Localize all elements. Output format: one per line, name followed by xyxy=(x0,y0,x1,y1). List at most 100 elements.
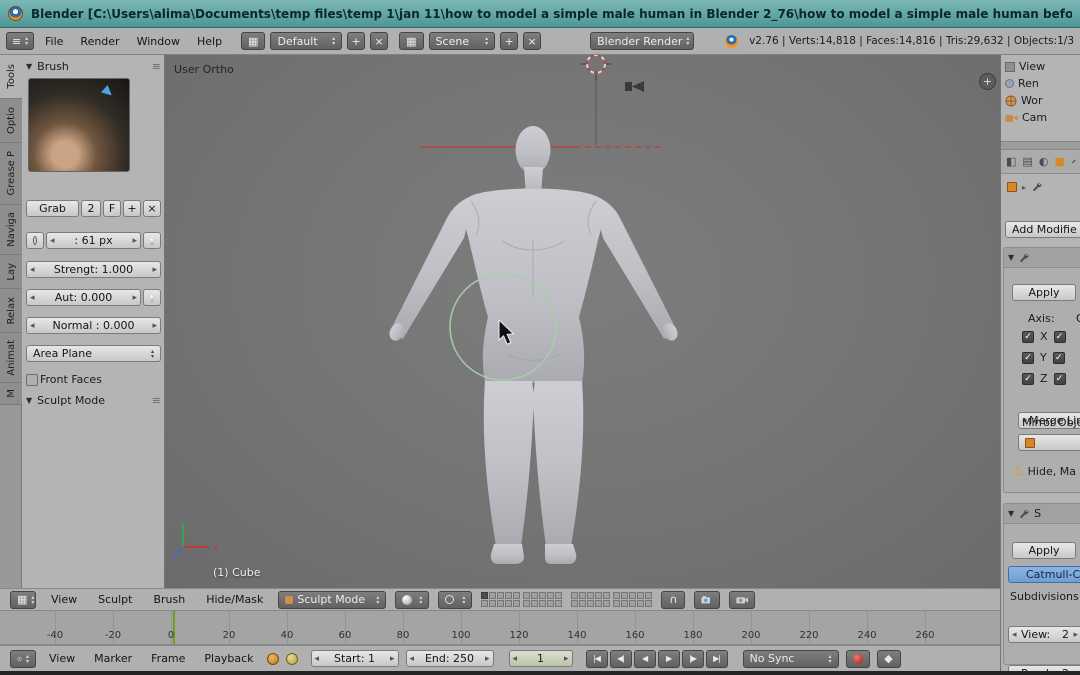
play-button[interactable]: ▶ xyxy=(658,650,680,668)
layer-cell[interactable] xyxy=(621,600,628,607)
editor-type-button[interactable] xyxy=(10,650,36,668)
layer-cell[interactable] xyxy=(571,592,578,599)
jump-to-start-button[interactable]: |◀ xyxy=(586,650,608,668)
jump-next-keyframe-button[interactable]: |▶ xyxy=(682,650,704,668)
tab-relax[interactable]: Relax xyxy=(0,289,22,333)
menu-view[interactable]: View xyxy=(43,652,81,665)
menu-marker[interactable]: Marker xyxy=(88,652,138,665)
mirror-object-field[interactable] xyxy=(1018,434,1080,451)
layer-cell[interactable] xyxy=(587,600,594,607)
radius-unit-icon[interactable] xyxy=(26,232,44,249)
menu-brush[interactable]: Brush xyxy=(147,593,191,606)
layer-cell[interactable] xyxy=(555,592,562,599)
layer-cell[interactable] xyxy=(579,592,586,599)
layer-cell[interactable] xyxy=(523,592,530,599)
scene-close-button[interactable]: × xyxy=(523,32,541,50)
radius-pressure-toggle[interactable] xyxy=(143,232,161,249)
menu-render[interactable]: Render xyxy=(74,35,125,48)
tab-animation[interactable]: Animat xyxy=(0,333,22,383)
pivot-center-select[interactable] xyxy=(438,591,472,609)
option-checkbox[interactable]: ✓ xyxy=(1053,352,1065,364)
layer-cell[interactable] xyxy=(497,592,504,599)
layer-cell[interactable] xyxy=(603,592,610,599)
sculpt-plane-select[interactable]: Area Plane xyxy=(26,345,161,362)
layer-cell[interactable] xyxy=(513,592,520,599)
brush-add-button[interactable]: + xyxy=(123,200,141,217)
tab-misc[interactable]: M xyxy=(0,383,22,405)
layer-cell[interactable] xyxy=(531,600,538,607)
brush-users-button[interactable]: 2 xyxy=(81,200,101,217)
menu-view[interactable]: View xyxy=(45,593,83,606)
menu-sculpt[interactable]: Sculpt xyxy=(92,593,138,606)
tab-layers[interactable]: Lay xyxy=(0,255,22,289)
mode-select[interactable]: Sculpt Mode xyxy=(278,591,386,609)
axis-z-checkbox[interactable]: ✓ xyxy=(1022,373,1034,385)
axis-x-checkbox[interactable]: ✓ xyxy=(1022,331,1034,343)
layer-cell[interactable] xyxy=(613,592,620,599)
outliner-row[interactable]: Cam xyxy=(1005,110,1080,125)
layer-cell[interactable] xyxy=(481,600,488,607)
viewport-shading-select[interactable] xyxy=(395,591,429,609)
layer-cell[interactable] xyxy=(547,600,554,607)
keying-set-button[interactable]: ◆ xyxy=(877,650,901,668)
tab-object-icon[interactable]: ■ xyxy=(1054,155,1064,168)
3d-viewport[interactable]: x User Ortho (1) Cube + xyxy=(165,55,1000,588)
human-model[interactable] xyxy=(387,126,681,564)
mirror-apply-button[interactable]: Apply xyxy=(1012,284,1076,301)
jump-prev-keyframe-button[interactable]: ◀| xyxy=(610,650,632,668)
mirror-modifier-header[interactable]: ▼ xyxy=(1004,248,1080,268)
scene-field[interactable]: Scene xyxy=(429,32,496,50)
tab-navigation[interactable]: Naviga xyxy=(0,205,22,255)
outliner-row[interactable]: View xyxy=(1005,59,1080,74)
subsurf-apply-button[interactable]: Apply xyxy=(1012,542,1076,559)
layer-cell[interactable] xyxy=(571,600,578,607)
viewport-3d-canvas[interactable]: x xyxy=(165,55,1000,588)
auto-keyframe-record-button[interactable] xyxy=(846,650,870,668)
outliner-row[interactable]: Ren xyxy=(1005,76,1080,91)
opengl-render-image-button[interactable] xyxy=(694,591,720,609)
layer-cell[interactable] xyxy=(637,592,644,599)
menu-frame[interactable]: Frame xyxy=(145,652,191,665)
layer-cell[interactable] xyxy=(637,600,644,607)
layer-cell[interactable] xyxy=(523,600,530,607)
keying-options-button[interactable] xyxy=(286,653,298,665)
editor-type-button[interactable]: ▦ xyxy=(10,591,36,609)
layer-cell[interactable] xyxy=(613,600,620,607)
layer-cell[interactable] xyxy=(539,600,546,607)
layer-cell[interactable] xyxy=(539,592,546,599)
tab-grease-pencil[interactable]: Grease P xyxy=(0,143,22,205)
fake-user-button[interactable]: F xyxy=(103,200,121,217)
outliner-row[interactable]: Wor xyxy=(1005,93,1080,108)
preview-range-button[interactable] xyxy=(267,653,279,665)
screen-browse-button[interactable]: ▦ xyxy=(241,32,265,50)
layer-cell[interactable] xyxy=(603,600,610,607)
tab-render-icon[interactable]: ◧ xyxy=(1006,155,1016,168)
open-properties-region-button[interactable]: + xyxy=(979,73,996,90)
option-checkbox[interactable]: ✓ xyxy=(1054,373,1066,385)
timeline-ruler[interactable]: -40 -20 0 20 40 60 80 100 120 140 160 18… xyxy=(0,611,1000,645)
brush-name-field[interactable]: Grab xyxy=(26,200,79,217)
layer-cell[interactable] xyxy=(621,592,628,599)
scene-add-button[interactable]: + xyxy=(500,32,518,50)
front-faces-checkbox[interactable] xyxy=(26,374,38,386)
layer-cell[interactable] xyxy=(489,600,496,607)
lock-layers-widget[interactable] xyxy=(571,592,652,607)
layer-cell[interactable] xyxy=(595,592,602,599)
scene-browse-button[interactable]: ▦ xyxy=(399,32,423,50)
camera-object[interactable] xyxy=(625,81,644,92)
frame-start-field[interactable]: Start: 1 xyxy=(311,650,399,667)
subsurf-modifier-header[interactable]: ▼ S xyxy=(1004,504,1080,524)
layer-cell[interactable] xyxy=(587,592,594,599)
autosmooth-slider[interactable]: Aut: 0.000 xyxy=(26,289,141,306)
menu-window[interactable]: Window xyxy=(131,35,186,48)
layer-cell[interactable] xyxy=(595,600,602,607)
layer-cell[interactable] xyxy=(497,600,504,607)
axis-y-checkbox[interactable]: ✓ xyxy=(1022,352,1034,364)
layer-cell[interactable] xyxy=(513,600,520,607)
jump-to-end-button[interactable]: ▶| xyxy=(706,650,728,668)
screen-close-button[interactable]: × xyxy=(370,32,388,50)
layer-cell[interactable] xyxy=(505,600,512,607)
option-checkbox[interactable]: ✓ xyxy=(1054,331,1066,343)
layer-cell[interactable] xyxy=(531,592,538,599)
layer-cell[interactable] xyxy=(505,592,512,599)
